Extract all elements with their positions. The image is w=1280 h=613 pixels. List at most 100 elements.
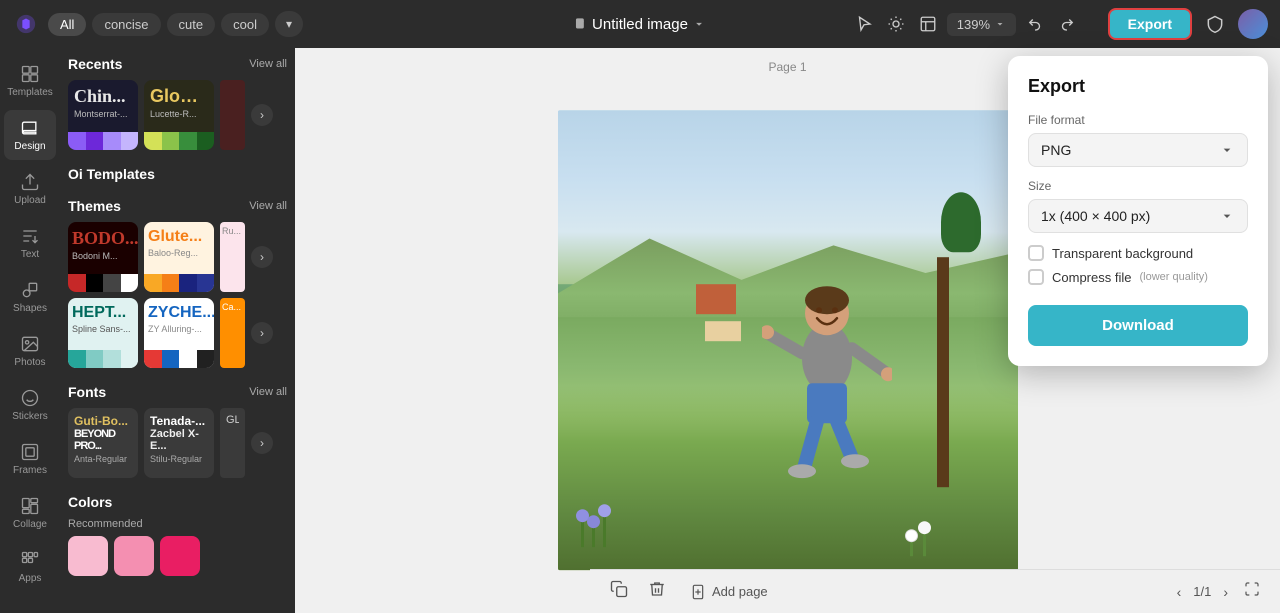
recent-colors-2 — [144, 132, 214, 150]
export-panel-title: Export — [1028, 76, 1248, 97]
canva-logo[interactable] — [12, 10, 40, 38]
layout-tool-btn[interactable] — [915, 11, 941, 37]
theme-item-3[interactable]: Ru... — [220, 222, 245, 292]
fonts-next-btn[interactable]: › — [251, 432, 273, 454]
themes-section: Themes View all BODO... Bodoni M... — [68, 198, 287, 368]
theme-colors-4 — [68, 350, 138, 368]
sidebar-item-upload[interactable]: Upload — [4, 164, 56, 214]
tag-cute[interactable]: cute — [167, 13, 216, 36]
fonts-header: Fonts View all — [68, 384, 287, 400]
sidebar-label-frames: Frames — [13, 465, 47, 476]
tag-more-btn[interactable]: ▾ — [275, 11, 303, 37]
themes-row1-next[interactable]: › — [251, 246, 273, 268]
topbar-tools: 139% — [851, 11, 1080, 37]
pointer-tool-btn[interactable] — [851, 11, 877, 37]
tag-cool[interactable]: cool — [221, 13, 269, 36]
zoom-level: 139% — [957, 17, 990, 32]
collage-icon — [20, 496, 40, 516]
doc-title[interactable]: Untitled image — [574, 16, 706, 33]
theme-sub-2: Baloo-Reg... — [144, 248, 214, 258]
add-page-btn[interactable]: Add page — [682, 580, 776, 604]
tree-trunk — [937, 257, 949, 487]
color-swatch-3[interactable] — [160, 536, 200, 576]
color-swatch-2[interactable] — [114, 536, 154, 576]
zoom-btn[interactable]: 139% — [947, 13, 1016, 36]
tag-all[interactable]: All — [48, 13, 86, 36]
redo-btn[interactable] — [1054, 11, 1080, 37]
font-item-2[interactable]: Tenada-... Zacbel X-E... Stilu-Regular — [144, 408, 214, 478]
file-format-select[interactable]: PNG — [1028, 133, 1248, 167]
undo-btn[interactable] — [1022, 11, 1048, 37]
theme-item-2[interactable]: Glute... Baloo-Reg... — [144, 222, 214, 292]
sidebar-label-templates: Templates — [7, 87, 53, 98]
oi-templates-header: Oi Templates — [68, 166, 287, 182]
text-icon — [20, 226, 40, 246]
tag-concise[interactable]: concise — [92, 13, 160, 36]
topbar-center: Untitled image — [574, 16, 706, 33]
fit-btn[interactable] — [1240, 577, 1264, 606]
house-wall — [705, 321, 741, 341]
font-item-3[interactable]: GL — [220, 408, 245, 478]
topbar: All concise cute cool ▾ Untitled image — [0, 0, 1280, 48]
file-format-value: PNG — [1041, 142, 1071, 158]
theme-item-6[interactable]: Ca... — [220, 298, 245, 368]
copy-btn[interactable] — [606, 576, 632, 607]
theme-item-1[interactable]: BODO... Bodoni M... — [68, 222, 138, 292]
compress-checkbox[interactable] — [1028, 269, 1044, 285]
recent-item-3[interactable] — [220, 80, 245, 150]
theme-sub-1: Bodoni M... — [68, 251, 138, 261]
transparent-bg-checkbox[interactable] — [1028, 245, 1044, 261]
download-button[interactable]: Download — [1028, 305, 1248, 346]
sidebar-item-collage[interactable]: Collage — [4, 488, 56, 538]
themes-row2-next[interactable]: › — [251, 322, 273, 344]
add-page-icon — [690, 584, 706, 600]
theme-sub-5: ZY Alluring-... — [144, 324, 214, 334]
fonts-section: Fonts View all Guti-Bo... BEYOND PRO... … — [68, 384, 287, 478]
size-select[interactable]: 1x (400 × 400 px) — [1028, 199, 1248, 233]
recents-view-all[interactable]: View all — [249, 58, 287, 70]
sidebar-item-shapes[interactable]: Shapes — [4, 272, 56, 322]
sidebar-label-text: Text — [21, 249, 39, 260]
theme-item-4[interactable]: HEPT... Spline Sans-... — [68, 298, 138, 368]
recents-next-btn[interactable]: › — [251, 104, 273, 126]
delete-btn[interactable] — [644, 576, 670, 607]
theme-item-5[interactable]: ZYCHE... ZY Alluring-... — [144, 298, 214, 368]
shapes-icon — [20, 280, 40, 300]
next-page-btn[interactable]: › — [1219, 580, 1232, 604]
recent-item-1[interactable]: Chin... Montserrat-... — [68, 80, 138, 150]
avatar[interactable] — [1238, 9, 1268, 39]
tree-top — [941, 192, 981, 252]
themes-title: Themes — [68, 198, 121, 214]
font-item-1[interactable]: Guti-Bo... BEYOND PRO... Anta-Regular — [68, 408, 138, 478]
fonts-view-all[interactable]: View all — [249, 386, 287, 398]
theme-font-4: HEPT... — [68, 298, 138, 324]
sidebar-item-templates[interactable]: Templates — [4, 56, 56, 106]
sidebar-label-stickers: Stickers — [12, 411, 48, 422]
themes-view-all[interactable]: View all — [249, 200, 287, 212]
sidebar-item-design[interactable]: Design — [4, 110, 56, 160]
bottom-right-tools: ‹ 1/1 › — [1173, 577, 1264, 606]
size-value: 1x (400 × 400 px) — [1041, 208, 1150, 224]
transparent-bg-row[interactable]: Transparent background — [1028, 245, 1248, 261]
font-line1-2: Zacbel X-E... — [150, 428, 208, 452]
sidebar-item-frames[interactable]: Frames — [4, 434, 56, 484]
compress-row[interactable]: Compress file (lower quality) — [1028, 269, 1248, 285]
shield-icon-btn[interactable] — [1200, 9, 1230, 39]
sidebar-item-apps[interactable]: Apps — [4, 542, 56, 592]
color-swatch-1[interactable] — [68, 536, 108, 576]
sidebar-item-stickers[interactable]: Stickers — [4, 380, 56, 430]
flowers — [581, 512, 606, 547]
sidebar-item-text[interactable]: Text — [4, 218, 56, 268]
zoom-chevron-icon — [994, 18, 1006, 30]
recent-item-2[interactable]: Glooc... Lucette-R... — [144, 80, 214, 150]
magic-tool-btn[interactable] — [883, 11, 909, 37]
font-sub-1: Anta-Regular — [74, 454, 132, 464]
recents-title: Recents — [68, 56, 122, 72]
file-format-label: File format — [1028, 113, 1248, 127]
colors-title: Colors — [68, 494, 112, 510]
recent-sub-2: Lucette-R... — [144, 109, 214, 119]
sidebar-label-collage: Collage — [13, 519, 47, 530]
sidebar-item-photos[interactable]: Photos — [4, 326, 56, 376]
export-button[interactable]: Export — [1108, 8, 1192, 40]
prev-page-btn[interactable]: ‹ — [1173, 580, 1186, 604]
